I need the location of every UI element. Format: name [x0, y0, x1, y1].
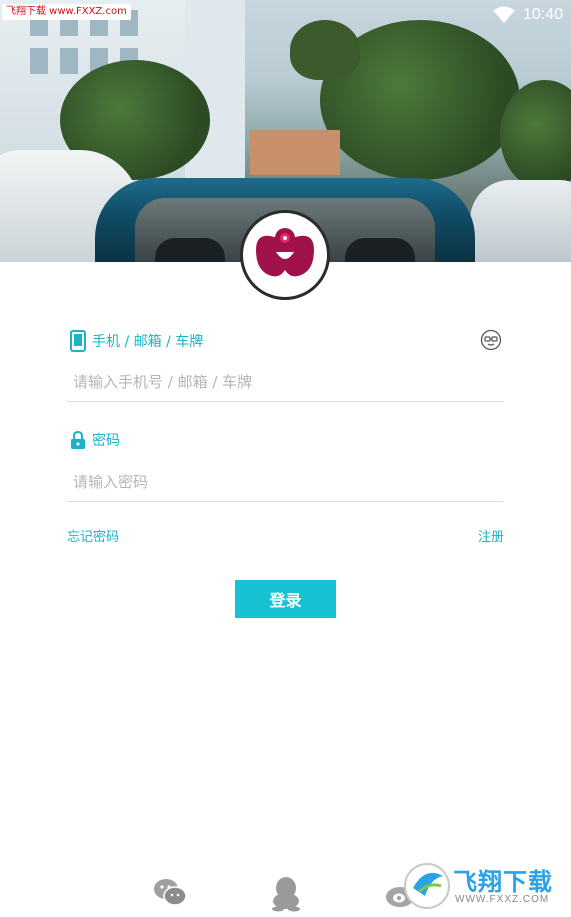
app-logo-icon: [256, 228, 314, 277]
forgot-password-link[interactable]: 忘记密码: [67, 526, 119, 545]
account-label-row: 手机 / 邮箱 / 车牌: [70, 330, 203, 352]
wechat-icon[interactable]: [150, 872, 190, 912]
wall: [250, 130, 340, 175]
parked-car: [470, 180, 571, 262]
watermark-bottom-url: WWW.FXXZ.COM: [455, 894, 550, 905]
wifi-icon: [493, 6, 515, 24]
login-button[interactable]: 登录: [235, 580, 336, 618]
watermark-top: 飞翔下载 www.FXXZ.com: [2, 4, 131, 20]
avatar[interactable]: [240, 210, 330, 300]
register-link[interactable]: 注册: [478, 526, 504, 545]
qq-icon[interactable]: [266, 872, 306, 912]
watermark-bottom: 飞翔下载 WWW.FXXZ.COM: [403, 856, 569, 914]
account-label: 手机 / 邮箱 / 车牌: [92, 334, 204, 350]
lock-icon: [71, 431, 85, 449]
password-input[interactable]: [67, 462, 503, 502]
password-label: 密码: [92, 433, 120, 449]
password-label-row: 密码: [70, 430, 120, 450]
show-account-icon[interactable]: [480, 329, 502, 351]
phone-icon: [70, 330, 86, 352]
account-input[interactable]: [67, 362, 503, 402]
status-bar: 10:40: [493, 4, 563, 26]
watermark-bottom-text: 飞翔下载: [453, 868, 553, 896]
status-time: 10:40: [522, 6, 563, 23]
